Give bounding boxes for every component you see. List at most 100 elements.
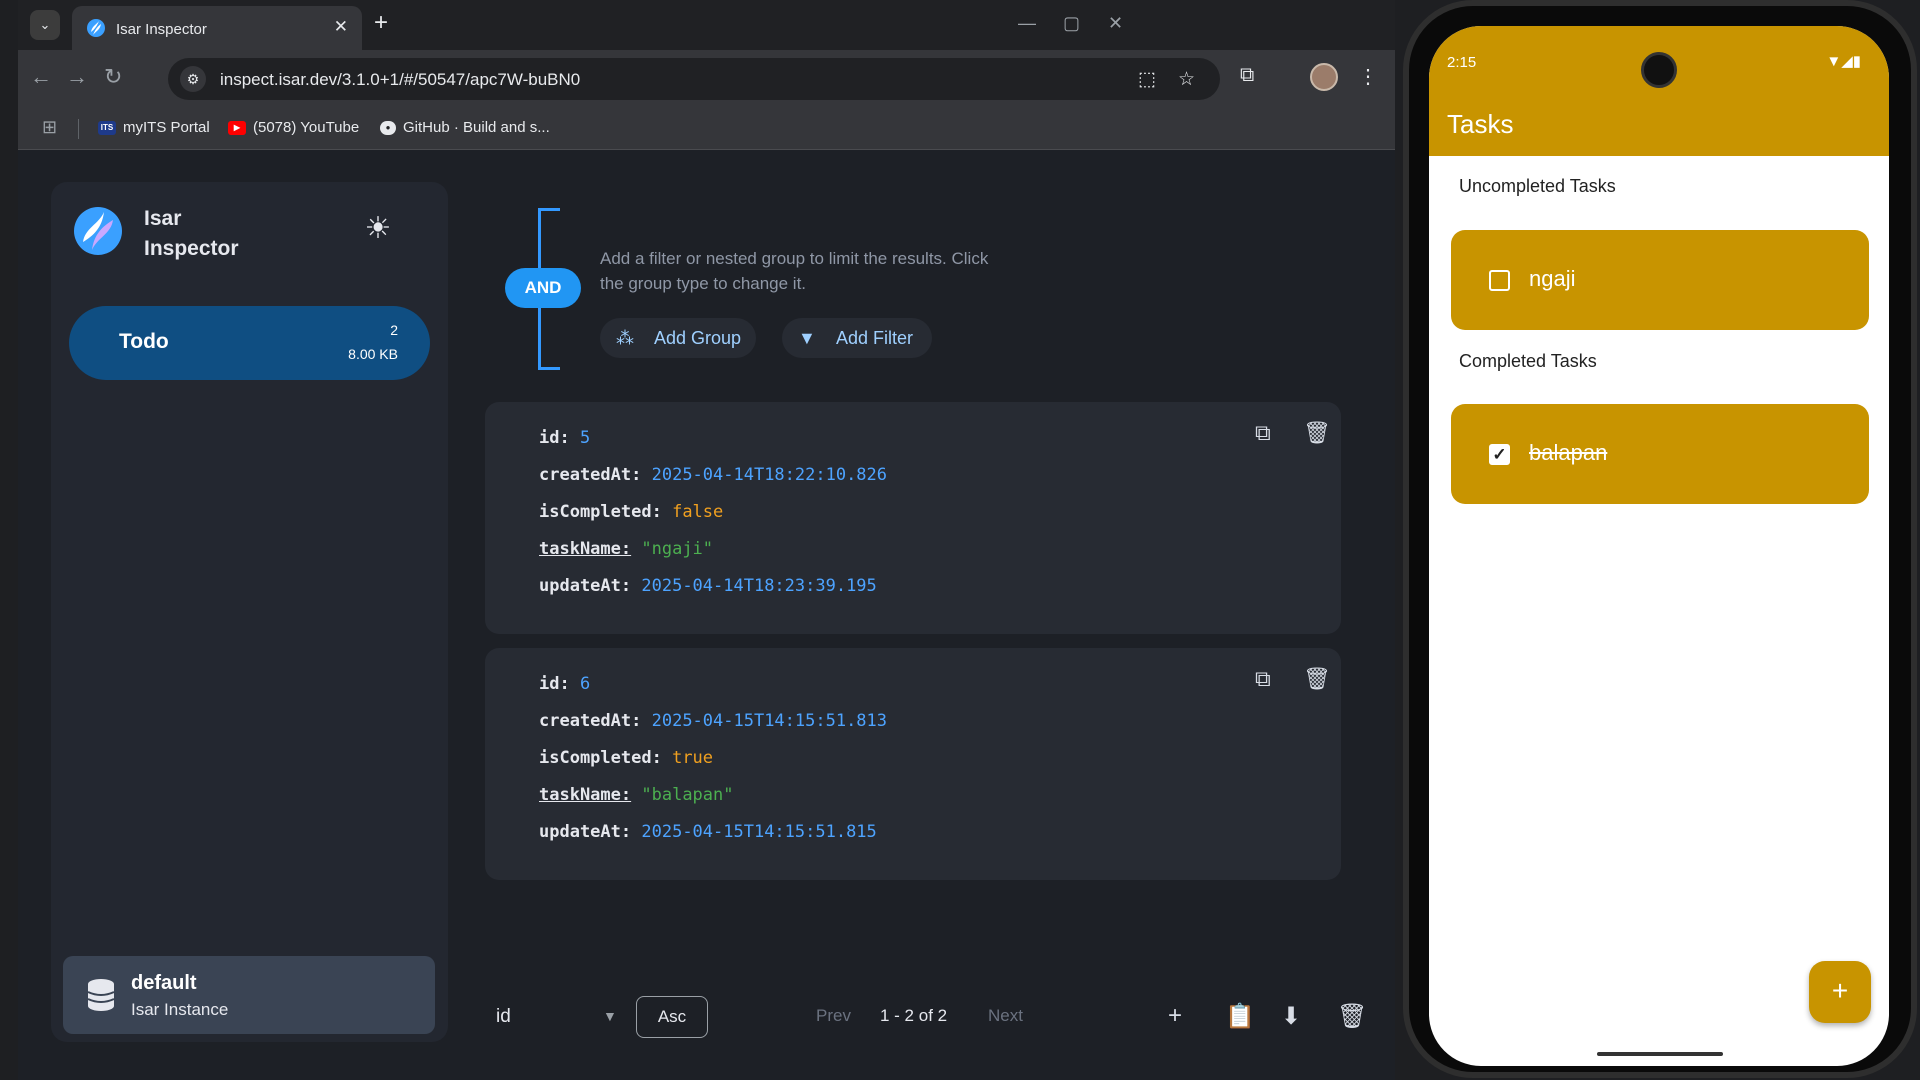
field-value[interactable]: "balapan" — [641, 785, 733, 805]
camera-cutout — [1641, 52, 1677, 88]
new-tab-button[interactable]: + — [374, 11, 388, 35]
delete-icon[interactable]: 🗑 — [1303, 420, 1331, 446]
field-key: createdAt: — [539, 465, 642, 485]
task-card[interactable]: ngaji — [1451, 230, 1869, 330]
signal-battery-icon: ▼◢▮ — [1826, 53, 1861, 70]
task-checkbox[interactable] — [1489, 270, 1510, 291]
field-value[interactable]: false — [672, 502, 723, 522]
task-name: ngaji — [1529, 266, 1576, 291]
app-title: Tasks — [1447, 109, 1514, 139]
filter-icon: ▼ — [798, 328, 816, 348]
field-key: updateAt: — [539, 822, 632, 842]
instance-subtitle: Isar Instance — [131, 1000, 229, 1019]
bookmark-myits[interactable]: ITS myITS Portal — [98, 119, 210, 136]
sun-icon[interactable]: ☀ — [361, 212, 395, 246]
field-key: id: — [539, 428, 570, 448]
delete-icon[interactable]: 🗑 — [1303, 666, 1331, 692]
app-bar: 2:15 ▼◢▮ Tasks — [1429, 26, 1889, 156]
isar-logo-icon — [74, 207, 122, 255]
record-card: ⧉ 🗑 id: 5 createdAt: 2025-04-14T18:22:10… — [485, 402, 1341, 634]
browser-window: ⌄ Isar Inspector ✕ + — ▢ ✕ ← → ↻ ⚙ inspe… — [18, 0, 1395, 1080]
isar-favicon-icon — [87, 19, 105, 37]
browser-toolbar: ← → ↻ ⚙ inspect.isar.dev/3.1.0+1/#/50547… — [18, 50, 1395, 107]
field-value[interactable]: 2025-04-14T18:22:10.826 — [652, 465, 887, 485]
field-value[interactable]: 2025-04-15T14:15:51.815 — [641, 822, 876, 842]
next-page-button[interactable]: Next — [988, 1006, 1023, 1026]
copy-icon[interactable]: ⧉ — [1255, 420, 1271, 446]
add-task-button[interactable]: + — [1809, 961, 1871, 1023]
bookmark-label: (5078) YouTube — [253, 119, 360, 136]
sort-field-select[interactable]: id — [496, 1006, 511, 1028]
task-card[interactable]: ✓ balapan — [1451, 404, 1869, 504]
phone-emulator: 2:15 ▼◢▮ Tasks Uncompleted Tasks ngaji C… — [1403, 0, 1917, 1078]
add-filter-label: Add Filter — [836, 328, 914, 348]
bookmarks-divider — [78, 119, 79, 139]
bookmarks-bar: ⊞ ITS myITS Portal ▶ (5078) YouTube ● Gi… — [18, 107, 1395, 150]
add-group-button[interactable]: ⁂ Add Group — [600, 318, 756, 358]
record-card: ⧉ 🗑 id: 6 createdAt: 2025-04-15T14:15:51… — [485, 648, 1341, 880]
install-app-icon[interactable]: ⬚ — [1138, 68, 1156, 91]
field-key: isCompleted: — [539, 502, 662, 522]
field-key: taskName: — [539, 539, 632, 559]
collection-size: 8.00 KB — [348, 346, 398, 362]
window-close-icon[interactable]: ✕ — [1108, 13, 1123, 34]
address-bar[interactable]: ⚙ inspect.isar.dev/3.1.0+1/#/50547/apc7W… — [168, 58, 1220, 100]
status-time: 2:15 — [1447, 54, 1477, 71]
field-value[interactable]: 2025-04-15T14:15:51.813 — [652, 711, 887, 731]
back-icon[interactable]: ← — [30, 64, 52, 90]
apps-grid-icon[interactable]: ⊞ — [42, 117, 57, 138]
field-value[interactable]: 5 — [580, 428, 590, 448]
sidebar: Isar Inspector ☀ Todo 2 8.00 KB default … — [51, 182, 448, 1042]
field-value[interactable]: true — [672, 748, 713, 768]
maximize-icon[interactable]: ▢ — [1063, 13, 1080, 34]
field-value[interactable]: "ngaji" — [641, 539, 713, 559]
check-icon[interactable]: ✓ — [1489, 444, 1510, 465]
extensions-icon[interactable]: ⧉ — [1240, 64, 1254, 87]
field-isCompleted: isCompleted: false — [539, 502, 723, 522]
field-taskName: taskName: "ngaji" — [539, 539, 713, 559]
tab-search-button[interactable]: ⌄ — [30, 10, 60, 40]
download-icon[interactable]: ⬇ — [1281, 1002, 1301, 1031]
field-isCompleted: isCompleted: true — [539, 748, 713, 768]
field-key: id: — [539, 674, 570, 694]
collection-item-todo[interactable]: Todo 2 8.00 KB — [69, 306, 430, 380]
home-indicator[interactable] — [1597, 1052, 1723, 1056]
field-updateAt: updateAt: 2025-04-15T14:15:51.815 — [539, 822, 877, 842]
profile-avatar[interactable] — [1310, 63, 1338, 91]
add-icon[interactable]: + — [1168, 1002, 1182, 1030]
pagination-info: 1 - 2 of 2 — [880, 1006, 948, 1025]
prev-page-button[interactable]: Prev — [816, 1006, 851, 1026]
field-id: id: 5 — [539, 428, 590, 448]
task-name: balapan — [1529, 440, 1608, 465]
delete-all-icon[interactable]: 🗑 — [1337, 1002, 1367, 1031]
field-value[interactable]: 6 — [580, 674, 590, 694]
bookmark-label: GitHub · Build and s... — [403, 119, 550, 136]
field-key: isCompleted: — [539, 748, 662, 768]
field-key: updateAt: — [539, 576, 632, 596]
group-type-button[interactable]: AND — [505, 268, 581, 308]
instance-selector[interactable]: default Isar Instance — [63, 956, 435, 1034]
menu-icon[interactable]: ⋮ — [1358, 64, 1378, 89]
bookmark-label: myITS Portal — [123, 119, 210, 136]
instance-name: default — [131, 972, 197, 994]
phone-screen: 2:15 ▼◢▮ Tasks Uncompleted Tasks ngaji C… — [1429, 26, 1889, 1066]
minimize-icon[interactable]: — — [1018, 13, 1036, 34]
url-text[interactable]: inspect.isar.dev/3.1.0+1/#/50547/apc7W-b… — [220, 70, 580, 90]
field-value[interactable]: 2025-04-14T18:23:39.195 — [641, 576, 876, 596]
field-key: createdAt: — [539, 711, 642, 731]
bookmark-star-icon[interactable]: ☆ — [1178, 68, 1195, 91]
bookmark-youtube[interactable]: ▶ (5078) YouTube — [228, 119, 359, 136]
forward-icon[interactable]: → — [66, 64, 88, 90]
copy-icon[interactable]: ⧉ — [1255, 666, 1271, 692]
collection-count: 2 — [390, 322, 398, 338]
reload-icon[interactable]: ↻ — [104, 64, 122, 90]
add-filter-button[interactable]: ▼ Add Filter — [782, 318, 932, 358]
close-icon[interactable]: ✕ — [334, 17, 348, 37]
tab-isar-inspector[interactable]: Isar Inspector ✕ — [72, 6, 362, 50]
clipboard-icon[interactable]: 📋 — [1225, 1002, 1255, 1031]
bookmark-github[interactable]: ● GitHub · Build and s... — [380, 119, 550, 136]
chevron-down-icon[interactable]: ▼ — [603, 1008, 617, 1024]
site-info-icon[interactable]: ⚙ — [180, 66, 206, 92]
sort-order-button[interactable]: Asc — [636, 996, 708, 1038]
field-id: id: 6 — [539, 674, 590, 694]
